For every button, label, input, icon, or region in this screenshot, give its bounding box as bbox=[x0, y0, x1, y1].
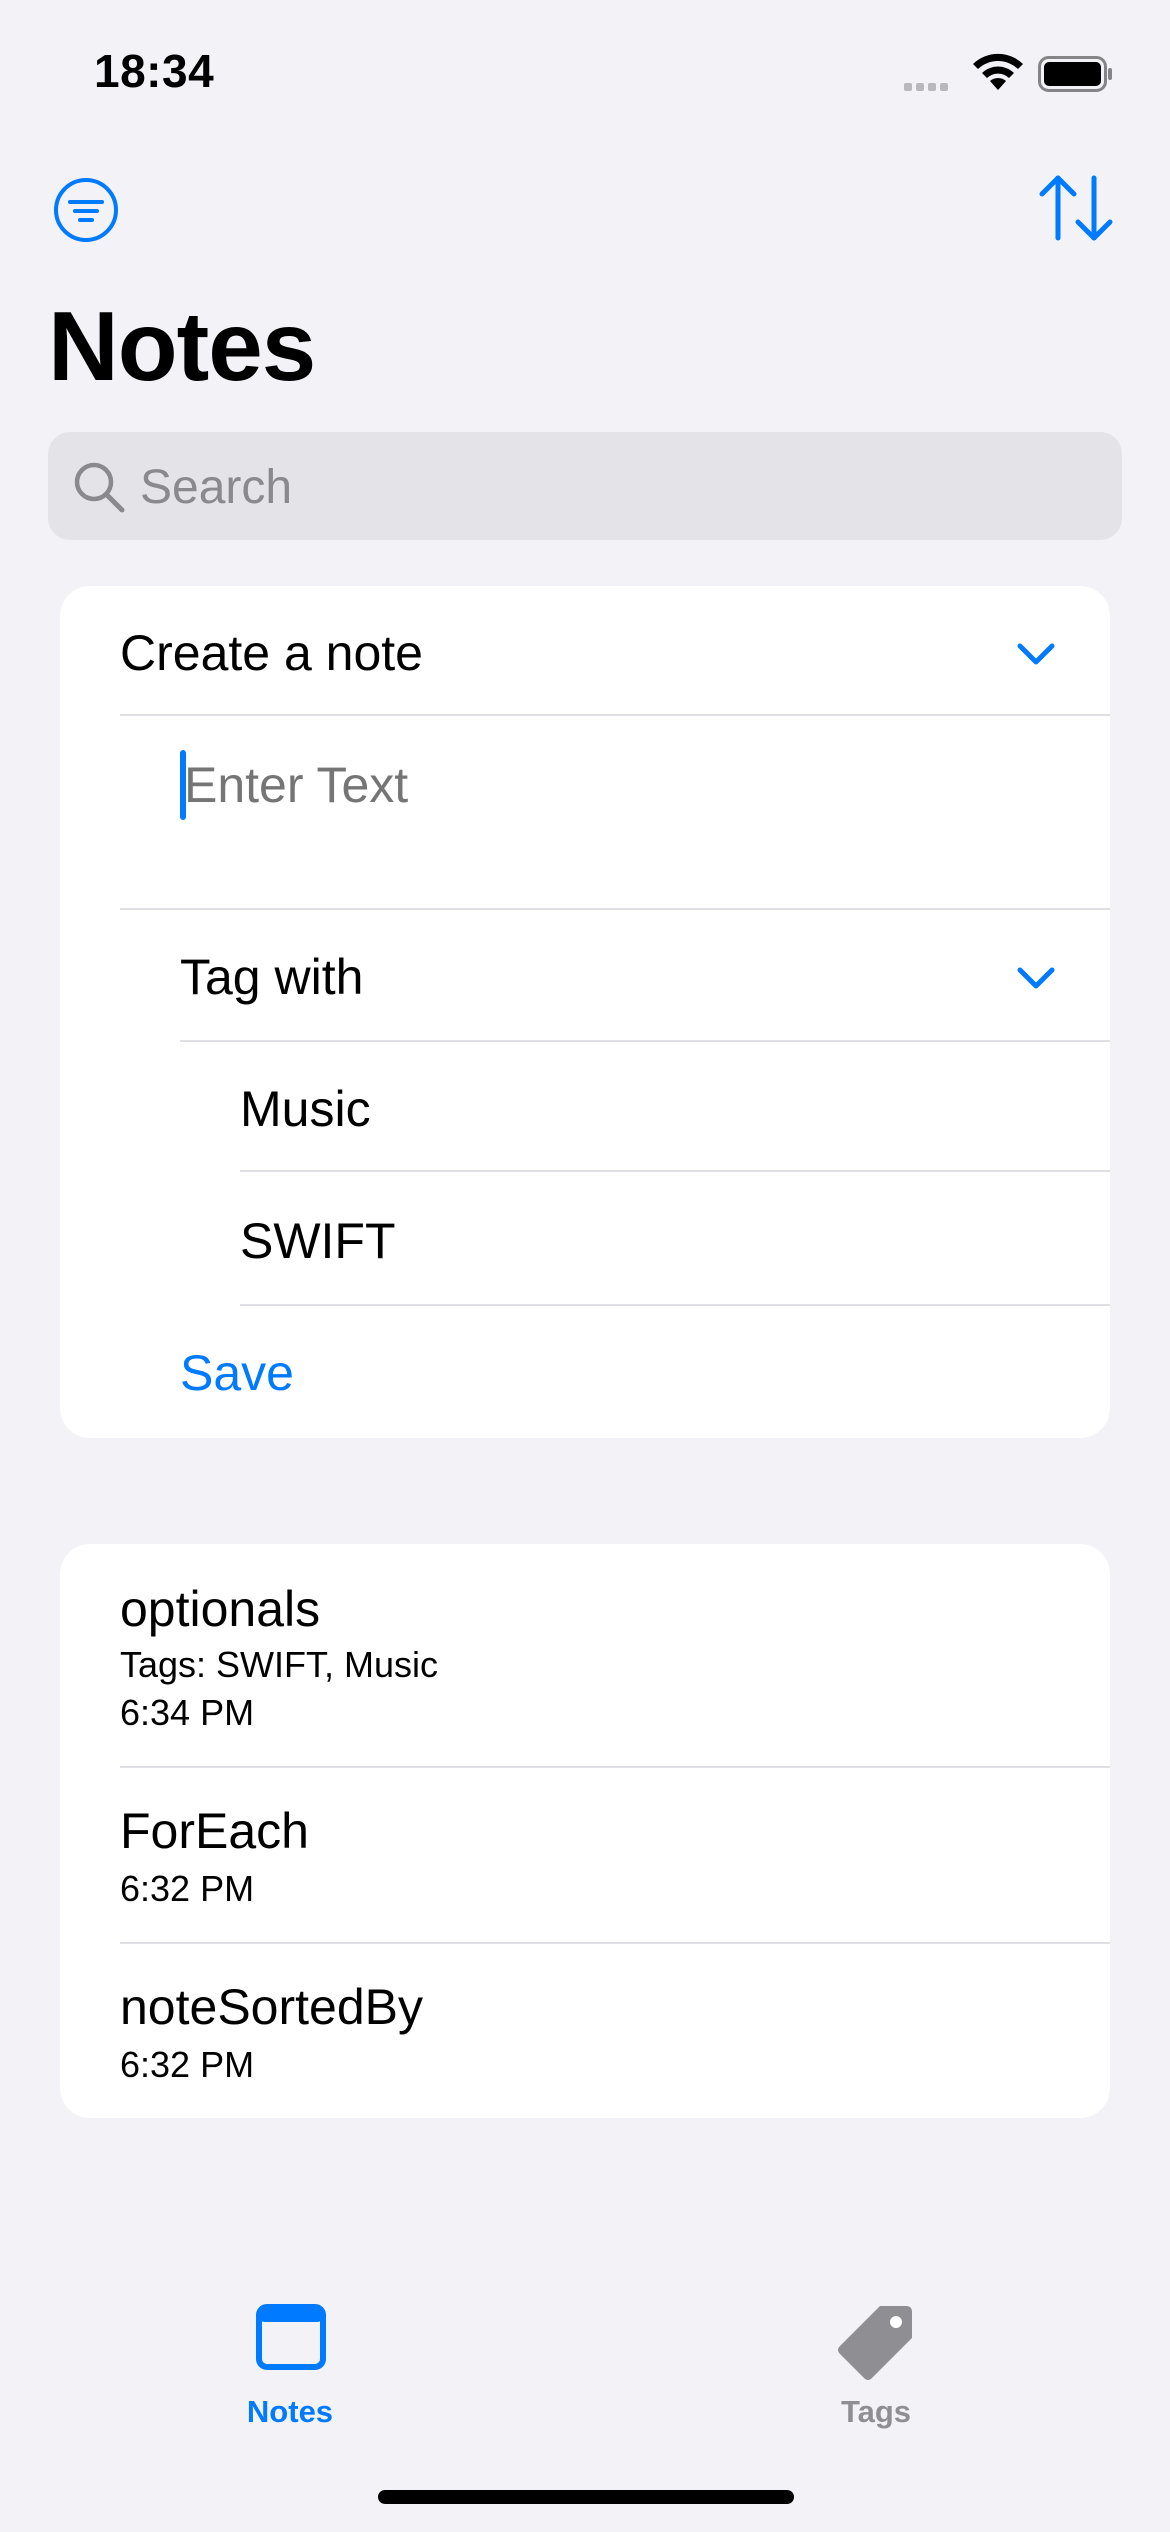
list-item[interactable]: optionals Tags: SWIFT, Music 6:34 PM bbox=[60, 1544, 1110, 1766]
note-time: 6:34 PM bbox=[120, 1692, 255, 1733]
note-time: 6:32 PM bbox=[120, 1868, 255, 1909]
tab-tags[interactable]: Tags bbox=[766, 2290, 986, 2450]
note-text-input[interactable] bbox=[184, 754, 1064, 816]
chevron-down-icon[interactable] bbox=[1016, 642, 1056, 666]
note-title: optionals bbox=[120, 1581, 321, 1637]
tab-notes[interactable]: Notes bbox=[180, 2290, 400, 2450]
search-input[interactable] bbox=[140, 460, 1040, 514]
list-item[interactable]: ForEach 6:32 PM bbox=[60, 1768, 1110, 1942]
tab-label: Notes bbox=[246, 2394, 334, 2429]
tag-option-swift[interactable]: SWIFT bbox=[240, 1212, 396, 1270]
sort-arrows-icon bbox=[1039, 175, 1113, 241]
search-icon bbox=[74, 462, 125, 513]
window-icon bbox=[256, 2304, 326, 2370]
tab-label: Tags bbox=[840, 2394, 912, 2429]
chevron-down-icon[interactable] bbox=[1016, 966, 1056, 990]
tag-with-label: Tag with bbox=[180, 949, 364, 1005]
cellular-signal-icon bbox=[904, 78, 952, 96]
filter-button[interactable] bbox=[52, 176, 120, 244]
create-note-section-label: Create a note bbox=[120, 625, 423, 681]
divider bbox=[240, 1304, 1110, 1306]
divider bbox=[180, 1040, 1110, 1042]
divider bbox=[120, 714, 1110, 716]
status-time: 18:34 bbox=[94, 45, 215, 97]
home-indicator[interactable] bbox=[378, 2490, 794, 2504]
divider bbox=[120, 908, 1110, 910]
divider bbox=[240, 1170, 1110, 1172]
tag-option-music[interactable]: Music bbox=[240, 1080, 371, 1138]
page-title: Notes bbox=[48, 291, 316, 401]
save-button[interactable]: Save bbox=[180, 1344, 294, 1402]
battery-icon bbox=[1038, 56, 1112, 92]
note-title: noteSortedBy bbox=[120, 1979, 423, 2035]
tag-icon bbox=[838, 2306, 912, 2380]
note-time: 6:32 PM bbox=[120, 2044, 255, 2085]
note-tags: Tags: SWIFT, Music bbox=[120, 1644, 439, 1685]
notes-list: optionals Tags: SWIFT, Music 6:34 PM For… bbox=[60, 1544, 1110, 2118]
create-note-card: Create a note Tag with Music SWIFT Save bbox=[60, 586, 1110, 1438]
list-item[interactable]: noteSortedBy 6:32 PM bbox=[60, 1944, 1110, 2118]
wifi-icon bbox=[973, 53, 1023, 90]
filter-icon bbox=[54, 178, 118, 242]
note-title: ForEach bbox=[120, 1803, 309, 1859]
sort-button[interactable] bbox=[1036, 172, 1116, 244]
